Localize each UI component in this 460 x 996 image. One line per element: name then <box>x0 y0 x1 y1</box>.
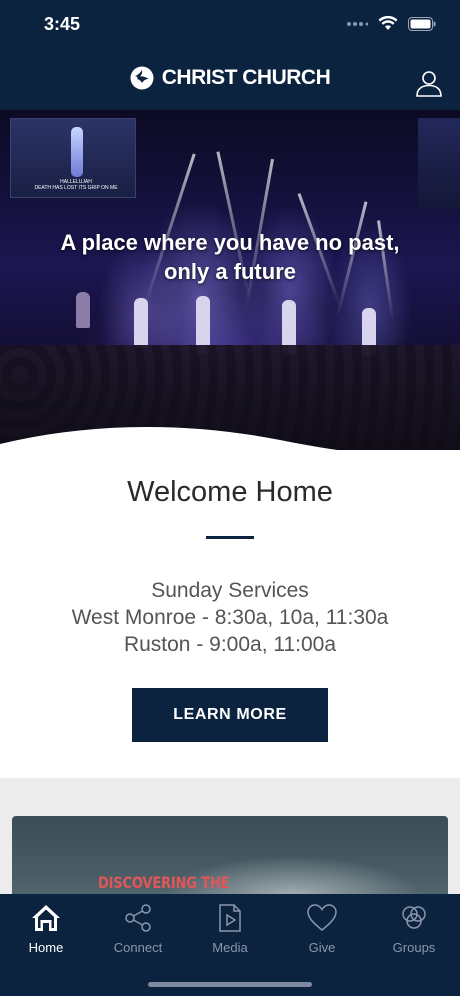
hero-tagline: A place where you have no past, only a f… <box>0 228 460 286</box>
welcome-title: Welcome Home <box>127 476 333 508</box>
tab-give[interactable]: Give <box>276 902 368 962</box>
battery-icon <box>408 16 436 31</box>
tab-bar: Home Connect Media Give Groups <box>0 894 460 996</box>
stage-screen: HALLELUJAH DEATH HAS LOST ITS GRIP ON ME <box>10 118 136 198</box>
hero-tagline-line-1: A place where you have no past, <box>60 230 400 255</box>
services-info: Sunday Services West Monroe - 8:30a, 10a… <box>0 577 460 658</box>
brand-name: CHRIST CHURCH <box>161 66 331 89</box>
welcome-card: Welcome Home Sunday Services West Monroe… <box>0 450 460 778</box>
tab-media-label: Media <box>212 940 248 955</box>
share-icon <box>125 904 151 932</box>
learn-more-button[interactable]: LEARN MORE <box>132 688 328 742</box>
signal-icon <box>347 21 368 26</box>
dove-icon <box>130 66 154 90</box>
home-indicator[interactable] <box>148 982 312 987</box>
tab-connect-label: Connect <box>113 940 163 955</box>
title-divider <box>206 536 254 539</box>
tab-home[interactable]: Home <box>0 902 92 962</box>
screen-lyrics-line-2: DEATH HAS LOST ITS GRIP ON ME <box>34 185 118 191</box>
wifi-icon <box>378 16 398 30</box>
tab-give-label: Give <box>308 940 336 955</box>
tab-groups-label: Groups <box>392 940 436 955</box>
hero-image: HALLELUJAH DEATH HAS LOST ITS GRIP ON ME… <box>0 110 460 455</box>
tab-media[interactable]: Media <box>184 902 276 962</box>
media-icon <box>219 904 241 932</box>
promo-text: DISCOVERING THE <box>98 873 230 892</box>
services-ruston: Ruston - 9:00a, 11:00a <box>123 633 337 656</box>
status-icons <box>346 16 436 31</box>
brand-logo: CHRIST CHURCH <box>0 66 460 90</box>
tab-connect[interactable]: Connect <box>92 902 184 962</box>
tab-groups[interactable]: Groups <box>368 902 460 962</box>
heart-icon <box>307 904 337 931</box>
profile-icon[interactable] <box>414 68 444 98</box>
services-west-monroe: West Monroe - 8:30a, 10a, 11:30a <box>71 606 389 629</box>
status-bar: 3:45 <box>0 0 460 54</box>
services-heading: Sunday Services <box>151 579 309 602</box>
hero-tagline-line-2: only a future <box>163 259 296 284</box>
groups-icon <box>402 906 426 929</box>
home-icon <box>32 905 60 931</box>
header: CHRIST CHURCH <box>0 54 460 110</box>
status-time: 3:45 <box>44 14 81 34</box>
tab-home-label: Home <box>28 940 64 955</box>
stage-screen-right <box>418 118 460 208</box>
